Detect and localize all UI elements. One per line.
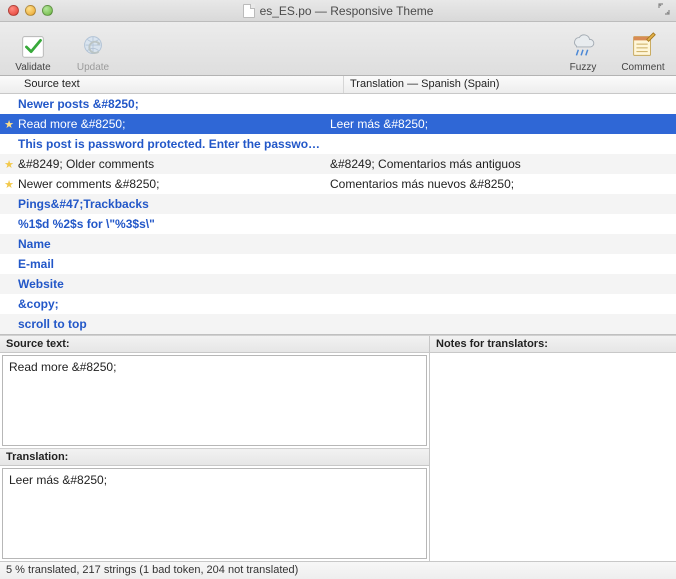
detail-header: Source text: Notes for translators: bbox=[0, 335, 676, 353]
table-row[interactable]: Name bbox=[0, 234, 676, 254]
minimize-window-button[interactable] bbox=[25, 5, 36, 16]
table-row[interactable]: ★Newer comments &#8250;Comentarios más n… bbox=[0, 174, 676, 194]
table-row[interactable]: %1$d %2$s for \"%3$s\" bbox=[0, 214, 676, 234]
document-icon bbox=[243, 4, 255, 18]
notes-label: Notes for translators: bbox=[430, 336, 676, 352]
titlebar: es_ES.po — Responsive Theme bbox=[0, 0, 676, 22]
row-source: &copy; bbox=[18, 297, 326, 311]
table-row[interactable]: E-mail bbox=[0, 254, 676, 274]
col-translation[interactable]: Translation — Spanish (Spain) bbox=[344, 76, 676, 93]
status-bar: 5 % translated, 217 strings (1 bad token… bbox=[0, 561, 676, 579]
window-title-text: es_ES.po — Responsive Theme bbox=[260, 4, 434, 18]
validate-label: Validate bbox=[15, 62, 50, 73]
row-source: Name bbox=[18, 237, 326, 251]
zoom-window-button[interactable] bbox=[42, 5, 53, 16]
row-translation: Comentarios más nuevos &#8250; bbox=[326, 177, 676, 191]
table-row[interactable]: This post is password protected. Enter t… bbox=[0, 134, 676, 154]
source-text-box: Read more &#8250; bbox=[2, 355, 427, 446]
star-icon: ★ bbox=[0, 158, 18, 171]
fuzzy-label: Fuzzy bbox=[570, 62, 597, 73]
row-source: E-mail bbox=[18, 257, 326, 271]
row-source: &#8249; Older comments bbox=[18, 157, 326, 171]
update-label: Update bbox=[77, 62, 109, 73]
translation-table: Newer posts &#8250;★Read more &#8250;Lee… bbox=[0, 94, 676, 335]
window-controls bbox=[8, 5, 53, 16]
col-source-text[interactable]: Source text bbox=[18, 76, 344, 93]
left-detail-pane: Read more &#8250; Translation: Leer más … bbox=[0, 353, 430, 561]
star-icon: ★ bbox=[0, 118, 18, 131]
comment-label: Comment bbox=[621, 62, 664, 73]
row-source: Read more &#8250; bbox=[18, 117, 326, 131]
update-button[interactable]: Update bbox=[70, 30, 116, 73]
star-icon: ★ bbox=[0, 178, 18, 191]
cloud-rain-icon bbox=[567, 30, 599, 62]
notes-pane bbox=[430, 353, 676, 561]
table-row[interactable]: Website bbox=[0, 274, 676, 294]
toolbar: Validate Update Fuzzy Comment bbox=[0, 22, 676, 76]
checkmark-icon bbox=[17, 30, 49, 62]
comment-button[interactable]: Comment bbox=[620, 30, 666, 73]
table-row[interactable]: &copy; bbox=[0, 294, 676, 314]
notepad-pencil-icon bbox=[627, 30, 659, 62]
fullscreen-icon[interactable] bbox=[658, 3, 670, 18]
table-row[interactable]: ★&#8249; Older comments&#8249; Comentari… bbox=[0, 154, 676, 174]
globe-refresh-icon bbox=[77, 30, 109, 62]
detail-panes: Read more &#8250; Translation: Leer más … bbox=[0, 353, 676, 561]
row-source: Newer comments &#8250; bbox=[18, 177, 326, 191]
validate-button[interactable]: Validate bbox=[10, 30, 56, 73]
close-window-button[interactable] bbox=[8, 5, 19, 16]
table-row[interactable]: scroll to top bbox=[0, 314, 676, 334]
row-translation: &#8249; Comentarios más antiguos bbox=[326, 157, 676, 171]
translation-input[interactable]: Leer más &#8250; bbox=[2, 468, 427, 559]
row-source: Website bbox=[18, 277, 326, 291]
table-row[interactable]: Pings&#47;Trackbacks bbox=[0, 194, 676, 214]
row-source: scroll to top bbox=[18, 317, 326, 331]
table-header: Source text Translation — Spanish (Spain… bbox=[0, 76, 676, 94]
table-row[interactable]: ★Read more &#8250;Leer más &#8250; bbox=[0, 114, 676, 134]
translation-label: Translation: bbox=[0, 448, 429, 466]
source-text-label: Source text: bbox=[0, 336, 430, 352]
fuzzy-button[interactable]: Fuzzy bbox=[560, 30, 606, 73]
row-source: This post is password protected. Enter t… bbox=[18, 137, 326, 151]
row-translation: Leer más &#8250; bbox=[326, 117, 676, 131]
table-row[interactable]: Newer posts &#8250; bbox=[0, 94, 676, 114]
row-source: Pings&#47;Trackbacks bbox=[18, 197, 326, 211]
window-title: es_ES.po — Responsive Theme bbox=[0, 4, 676, 18]
row-source: Newer posts &#8250; bbox=[18, 97, 326, 111]
row-source: %1$d %2$s for \"%3$s\" bbox=[18, 217, 326, 231]
